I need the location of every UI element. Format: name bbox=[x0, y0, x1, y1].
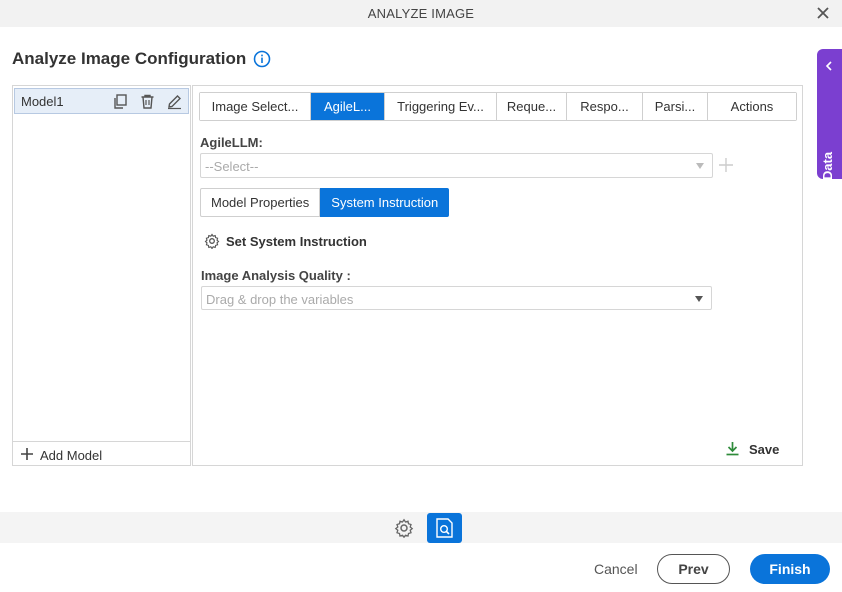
image-search-icon bbox=[436, 518, 453, 538]
gear-icon bbox=[204, 233, 220, 249]
sub-tab-bar: Model Properties System Instruction bbox=[200, 188, 450, 217]
add-model-button[interactable]: Add Model bbox=[13, 441, 190, 466]
copy-icon[interactable] bbox=[112, 93, 129, 110]
add-model-label: Add Model bbox=[40, 448, 103, 463]
tab-response[interactable]: Respo... bbox=[567, 93, 643, 120]
agilellm-select[interactable]: --Select-- bbox=[200, 153, 713, 178]
page-title: Analyze Image Configuration bbox=[12, 49, 247, 68]
tab-parsing[interactable]: Parsi... bbox=[643, 93, 708, 120]
dropdown-arrow-icon bbox=[696, 163, 704, 169]
model-list-item[interactable]: Model1 bbox=[14, 88, 189, 114]
model-name: Model1 bbox=[21, 94, 64, 109]
dropdown-arrow-icon bbox=[695, 296, 703, 302]
model-list-panel: Model1 Add Model bbox=[12, 85, 191, 466]
bottom-toolbar bbox=[0, 512, 842, 543]
trash-icon[interactable] bbox=[139, 93, 156, 110]
tab-image-select[interactable]: Image Select... bbox=[200, 93, 311, 120]
gear-icon[interactable] bbox=[394, 518, 414, 538]
image-search-button[interactable] bbox=[427, 513, 462, 543]
image-analysis-quality-placeholder: Drag & drop the variables bbox=[206, 292, 354, 307]
plus-icon bbox=[21, 448, 33, 460]
edit-icon[interactable] bbox=[166, 93, 183, 110]
configuration-panel: Image Select... AgileL... Triggering Ev.… bbox=[192, 85, 803, 466]
set-system-instruction-label: Set System Instruction bbox=[226, 234, 367, 249]
agilellm-placeholder: --Select-- bbox=[205, 159, 259, 174]
app-data-tab[interactable]: App Data bbox=[817, 49, 842, 209]
save-label: Save bbox=[749, 442, 780, 457]
subtab-model-properties[interactable]: Model Properties bbox=[200, 188, 321, 217]
chevron-left-icon bbox=[825, 61, 832, 71]
prev-button[interactable]: Prev bbox=[657, 554, 730, 584]
finish-button[interactable]: Finish bbox=[750, 554, 830, 584]
subtab-system-instruction[interactable]: System Instruction bbox=[320, 188, 450, 217]
download-icon bbox=[726, 442, 739, 456]
info-icon[interactable] bbox=[253, 50, 271, 68]
tab-request[interactable]: Reque... bbox=[497, 93, 567, 120]
add-connection-icon[interactable] bbox=[719, 158, 733, 172]
window-title: ANALYZE IMAGE bbox=[367, 6, 475, 21]
app-data-label: App Data bbox=[820, 151, 835, 209]
tab-triggering-events[interactable]: Triggering Ev... bbox=[385, 93, 497, 120]
tab-actions[interactable]: Actions bbox=[708, 93, 796, 120]
image-analysis-quality-label: Image Analysis Quality : bbox=[201, 268, 351, 283]
agilellm-label: AgileLLM: bbox=[200, 135, 263, 150]
tab-bar: Image Select... AgileL... Triggering Ev.… bbox=[199, 92, 797, 121]
cancel-button[interactable]: Cancel bbox=[594, 561, 638, 577]
close-icon[interactable] bbox=[814, 4, 832, 22]
image-analysis-quality-select[interactable]: Drag & drop the variables bbox=[201, 286, 712, 310]
tab-agilellm[interactable]: AgileL... bbox=[311, 93, 385, 120]
title-bar: ANALYZE IMAGE bbox=[0, 0, 842, 27]
